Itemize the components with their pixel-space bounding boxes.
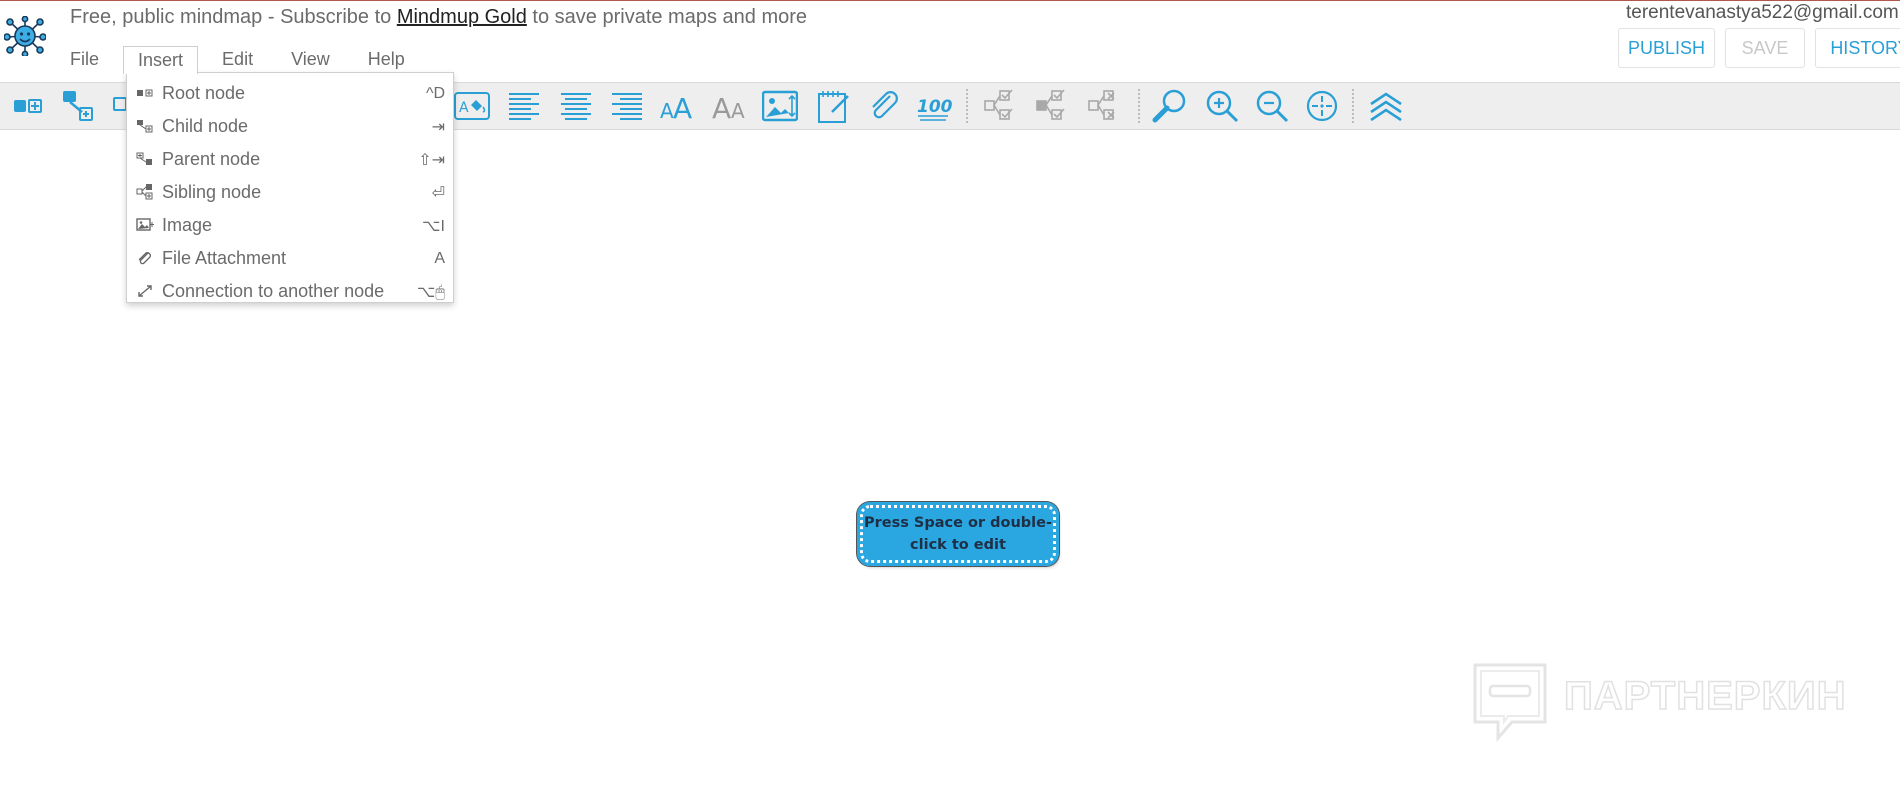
text-color-glyph: A bbox=[459, 100, 469, 116]
menu-edit[interactable]: Edit bbox=[208, 46, 267, 74]
banner-prefix: Free, public mindmap - Subscribe to bbox=[70, 6, 397, 28]
paperclip-icon bbox=[138, 252, 151, 265]
toolbar-separator bbox=[1352, 89, 1354, 123]
toolbar-separator bbox=[966, 89, 968, 123]
menu-insert[interactable]: Insert bbox=[123, 46, 199, 74]
menu-item-shortcut: ⇧⇥ bbox=[418, 151, 445, 169]
menu-item-file-attachment[interactable]: File Attachment A bbox=[127, 242, 453, 275]
zoom-in-icon[interactable] bbox=[1202, 88, 1242, 124]
node-text: Press Space or double-click to edit bbox=[863, 515, 1053, 553]
menu-item-sibling-node[interactable]: Sibling node ⏎ bbox=[127, 176, 453, 209]
increase-font-icon[interactable]: AA bbox=[658, 88, 698, 124]
svg-text:100: 100 bbox=[917, 97, 952, 117]
task-status-clear-icon[interactable] bbox=[1086, 88, 1126, 124]
svg-text:A: A bbox=[660, 99, 674, 123]
menu-item-label: Image bbox=[162, 215, 213, 235]
banner-suffix: to save private maps and more bbox=[526, 6, 808, 28]
task-status-icon[interactable] bbox=[982, 88, 1022, 124]
svg-text:A: A bbox=[673, 92, 692, 124]
child-node-icon bbox=[137, 120, 153, 133]
align-right-icon[interactable] bbox=[607, 88, 647, 124]
align-left-icon[interactable] bbox=[504, 88, 544, 124]
collapse-all-icon[interactable] bbox=[1366, 88, 1406, 124]
insert-menu-dropdown: Root node ^D Child node ⇥ Parent node ⇧⇥… bbox=[126, 72, 454, 303]
menu-item-label: Connection to another node bbox=[162, 281, 385, 301]
menu-item-shortcut: ⌥I bbox=[422, 217, 445, 235]
parent-node-icon bbox=[136, 152, 152, 165]
publish-button[interactable]: PUBLISH bbox=[1618, 28, 1715, 68]
watermark-text: ПАРТНЕРКИН bbox=[1563, 673, 1847, 719]
add-root-node-icon[interactable] bbox=[8, 88, 48, 124]
menu-item-shortcut: ^D bbox=[425, 84, 445, 102]
progress-score-icon[interactable]: 100 bbox=[914, 88, 954, 124]
image-icon bbox=[136, 218, 154, 231]
svg-text:A: A bbox=[712, 92, 731, 124]
zoom-out-icon[interactable] bbox=[1252, 88, 1292, 124]
chat-bubble-logo-icon bbox=[1473, 663, 1547, 742]
toolbar-separator bbox=[1138, 89, 1140, 123]
menu-item-label: Sibling node bbox=[162, 182, 262, 202]
top-border bbox=[0, 0, 1900, 1]
menu-item-child-node[interactable]: Child node ⇥ bbox=[127, 110, 453, 143]
menu-help[interactable]: Help bbox=[354, 46, 419, 74]
connection-icon bbox=[138, 285, 152, 297]
menu-item-connection[interactable]: Connection to another node ⌥🖱 bbox=[127, 275, 453, 308]
task-status-child-icon[interactable] bbox=[1034, 88, 1074, 124]
notes-icon[interactable] bbox=[814, 88, 854, 124]
menu-item-shortcut: A bbox=[434, 249, 445, 267]
menu-item-label: File Attachment bbox=[162, 248, 287, 268]
sibling-node-icon bbox=[136, 184, 153, 200]
subscribe-banner: Free, public mindmap - Subscribe to Mind… bbox=[70, 6, 807, 29]
mindmup-logo-icon[interactable] bbox=[4, 16, 46, 56]
reset-view-icon[interactable] bbox=[1302, 88, 1342, 124]
user-account-menu[interactable]: terentevanastya522@gmail.com ˅ bbox=[1626, 2, 1900, 24]
save-button[interactable]: SAVE bbox=[1725, 28, 1805, 68]
menu-item-image[interactable]: Image ⌥I bbox=[127, 209, 453, 242]
menu-view[interactable]: View bbox=[277, 46, 344, 74]
menu-item-label: Parent node bbox=[162, 149, 261, 169]
search-icon[interactable] bbox=[1150, 88, 1190, 124]
insert-image-icon[interactable] bbox=[760, 88, 800, 124]
partnerkin-watermark: ПАРТНЕРКИН bbox=[1472, 662, 1852, 742]
menu-item-parent-node[interactable]: Parent node ⇧⇥ bbox=[127, 143, 453, 176]
root-node-icon bbox=[137, 89, 153, 97]
align-center-icon[interactable] bbox=[556, 88, 596, 124]
decrease-font-icon[interactable]: AA bbox=[710, 88, 750, 124]
mindmap-root-node[interactable]: Press Space or double-click to edit bbox=[857, 502, 1059, 566]
menu-file[interactable]: File bbox=[56, 46, 113, 74]
menu-item-root-node[interactable]: Root node ^D bbox=[127, 77, 453, 110]
mindmup-gold-link[interactable]: Mindmup Gold bbox=[397, 6, 527, 28]
menu-item-shortcut: ⇥ bbox=[431, 118, 445, 136]
attachment-icon[interactable] bbox=[864, 88, 904, 124]
text-color-icon[interactable]: A bbox=[452, 88, 492, 124]
menu-item-label: Root node bbox=[162, 83, 246, 103]
user-email: terentevanastya522@gmail.com bbox=[1626, 2, 1899, 23]
history-button[interactable]: HISTORY bbox=[1815, 28, 1900, 68]
menu-item-shortcut: ⏎ bbox=[431, 184, 445, 202]
add-child-node-icon[interactable] bbox=[58, 88, 98, 124]
menu-item-shortcut: ⌥🖱 bbox=[416, 283, 445, 301]
svg-text:A: A bbox=[731, 99, 745, 123]
menu-item-label: Child node bbox=[162, 116, 249, 136]
